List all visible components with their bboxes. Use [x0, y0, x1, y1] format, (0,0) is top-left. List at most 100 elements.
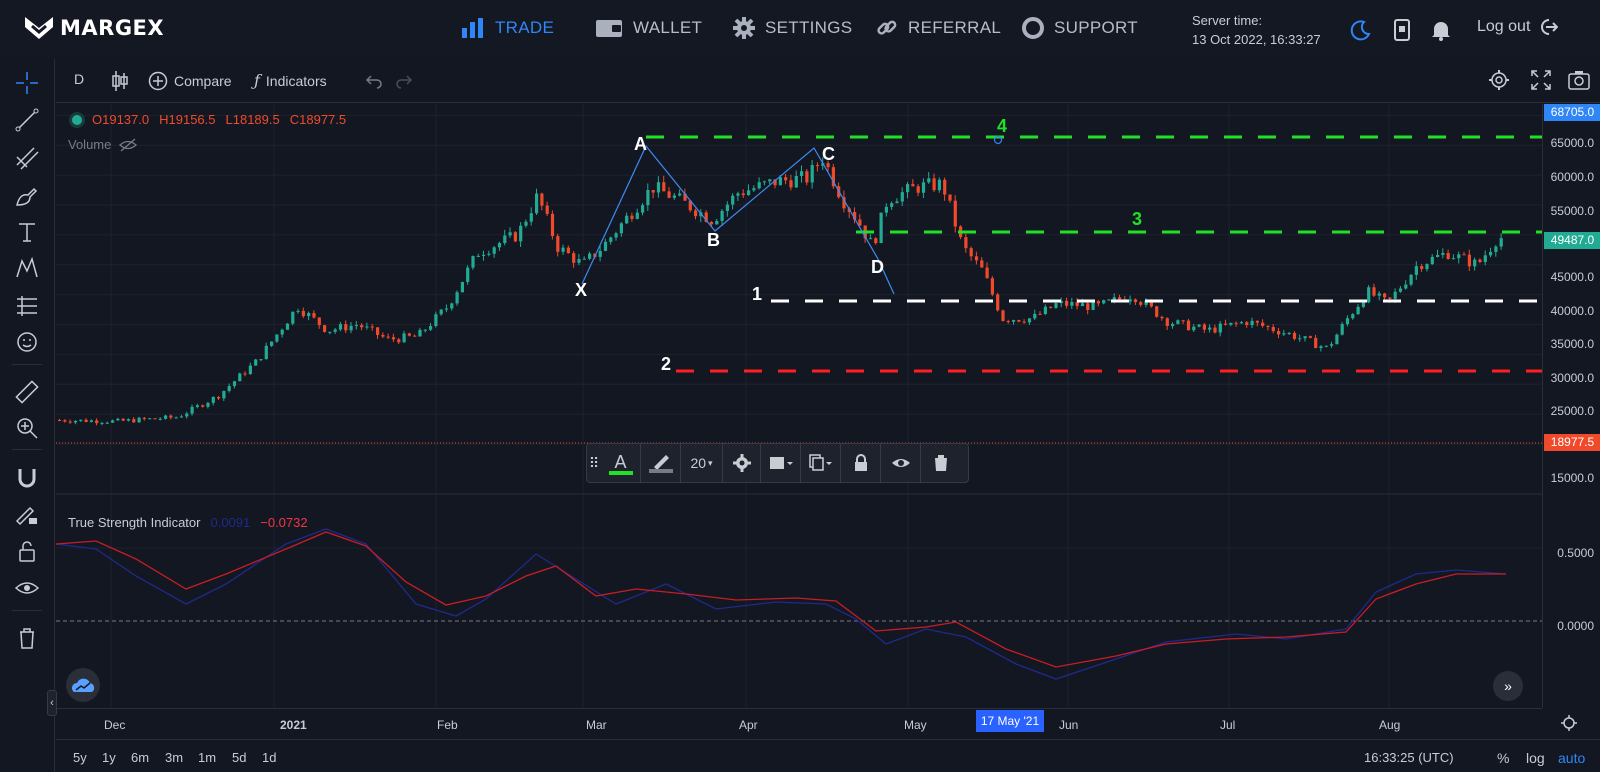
logout-button[interactable]: Log out	[1477, 18, 1559, 36]
candle-body	[174, 417, 178, 419]
candle-body	[566, 247, 570, 254]
tsi-axis-label: 0.5000	[1557, 546, 1594, 560]
range-3m[interactable]: 3m	[165, 750, 183, 765]
range-1y[interactable]: 1y	[102, 750, 116, 765]
nav-trade[interactable]: TRADE	[461, 17, 554, 39]
phone-icon[interactable]	[1393, 19, 1411, 41]
prediction-tool-icon[interactable]	[14, 293, 40, 319]
lock-button[interactable]	[841, 443, 881, 483]
candle-body	[985, 267, 989, 279]
candle-body	[778, 177, 782, 186]
candle-body	[1340, 324, 1344, 335]
candle-body	[301, 310, 305, 317]
magnet-icon[interactable]	[14, 465, 40, 491]
nav-referral[interactable]: REFERRAL	[876, 17, 1001, 39]
range-1d[interactable]: 1d	[262, 750, 276, 765]
template-button[interactable]	[761, 443, 801, 483]
candle-body	[323, 325, 327, 332]
pattern-tool-icon[interactable]	[14, 255, 40, 281]
double-chevron-right-icon: »	[1504, 678, 1512, 694]
drag-handle[interactable]: ⠿	[587, 443, 601, 483]
bell-icon[interactable]	[1431, 19, 1451, 41]
candle-body	[116, 418, 120, 421]
nav-support-label: SUPPORT	[1054, 18, 1138, 37]
redo-icon[interactable]	[395, 73, 413, 89]
price-chart[interactable]: 4 3 1 2 X A B C D	[56, 104, 1542, 708]
range-6m[interactable]: 6m	[131, 750, 149, 765]
auto-toggle[interactable]: auto	[1558, 750, 1585, 766]
undo-icon[interactable]	[365, 73, 383, 89]
text-color-button[interactable]: A	[601, 443, 641, 483]
candle-body	[206, 402, 210, 407]
interval-selector[interactable]: D	[74, 71, 84, 87]
drawing-settings-button[interactable]	[723, 443, 761, 483]
chart-settings-icon[interactable]	[1488, 69, 1510, 91]
candle-body	[752, 188, 756, 191]
log-toggle[interactable]: log	[1526, 750, 1545, 766]
percent-toggle[interactable]: %	[1497, 750, 1509, 766]
ruler-icon[interactable]	[14, 379, 40, 405]
line-color-swatch	[648, 469, 673, 473]
unlock-icon[interactable]	[14, 538, 40, 564]
candle-body	[1070, 302, 1074, 306]
eye-icon[interactable]	[14, 575, 40, 601]
candle-body	[630, 215, 634, 219]
lock-drawing-icon[interactable]	[14, 501, 40, 527]
candle-body	[195, 405, 199, 407]
candle-body	[317, 317, 321, 326]
crosshair-icon[interactable]	[14, 70, 40, 96]
candle-style-icon[interactable]	[110, 69, 130, 93]
tradingview-logo[interactable]	[66, 668, 100, 702]
collapse-toolbar-button[interactable]: ‹	[47, 690, 57, 716]
candle-body	[1335, 334, 1339, 345]
pattern-label-X: X	[575, 280, 587, 300]
utc-clock[interactable]: 16:33:25 (UTC)	[1364, 750, 1454, 765]
candle-body	[227, 386, 231, 391]
range-5y[interactable]: 5y	[73, 750, 87, 765]
moon-icon[interactable]	[1349, 19, 1371, 41]
nav-wallet[interactable]: WALLET	[595, 17, 702, 39]
candle-body	[1451, 258, 1456, 260]
camera-icon[interactable]	[1568, 69, 1590, 91]
nav-support[interactable]: SUPPORT	[1022, 17, 1138, 39]
price-label: 55000.0	[1550, 204, 1594, 218]
font-size-selector[interactable]: 20 ▾	[681, 443, 723, 483]
candle-body	[1027, 318, 1032, 323]
eye-hidden-icon[interactable]	[119, 138, 138, 152]
emoji-icon[interactable]	[14, 329, 40, 355]
scroll-to-realtime-button[interactable]: »	[1493, 671, 1523, 701]
zoom-in-icon[interactable]	[14, 415, 40, 441]
line-color-button[interactable]	[641, 443, 681, 483]
brand-name: MARGEX	[60, 16, 165, 40]
text-tool-icon[interactable]	[14, 219, 40, 245]
margex-logo[interactable]: MARGEX	[24, 15, 164, 41]
range-5d[interactable]: 5d	[232, 750, 246, 765]
nav-settings[interactable]: SETTINGS	[733, 17, 852, 39]
trash-icon[interactable]	[14, 625, 40, 651]
candle-body	[444, 308, 449, 310]
volume-legend[interactable]: Volume	[68, 137, 138, 152]
trend-line-icon[interactable]	[14, 107, 40, 133]
clone-button[interactable]	[801, 443, 841, 483]
brush-icon[interactable]	[14, 183, 40, 209]
price-axis[interactable]: 70000.065000.060000.055000.050000.045000…	[1542, 102, 1600, 708]
lifebuoy-icon	[1022, 17, 1044, 39]
delete-drawing-button[interactable]	[921, 443, 961, 483]
candle-body	[953, 200, 957, 227]
time-label: Jul	[1220, 718, 1236, 732]
ohlc-close: C18977.5	[289, 112, 347, 127]
fullscreen-icon[interactable]	[1530, 69, 1552, 91]
candle-body	[407, 333, 411, 336]
candle-body	[1277, 331, 1281, 335]
time-axis[interactable]: Dec 2021 Feb Mar Apr May Jun Jul Aug	[56, 708, 1542, 738]
indicators-button[interactable]: ƒ Indicators	[254, 71, 327, 90]
candle-body	[492, 247, 496, 254]
fib-tools-icon[interactable]	[14, 145, 40, 171]
visibility-button[interactable]	[881, 443, 921, 483]
candle-body	[741, 193, 745, 196]
range-1m[interactable]: 1m	[198, 750, 216, 765]
axis-settings-icon[interactable]	[1560, 714, 1578, 732]
compare-button[interactable]: Compare	[148, 71, 232, 91]
candle-body	[1324, 345, 1328, 347]
candle-body	[895, 201, 899, 204]
